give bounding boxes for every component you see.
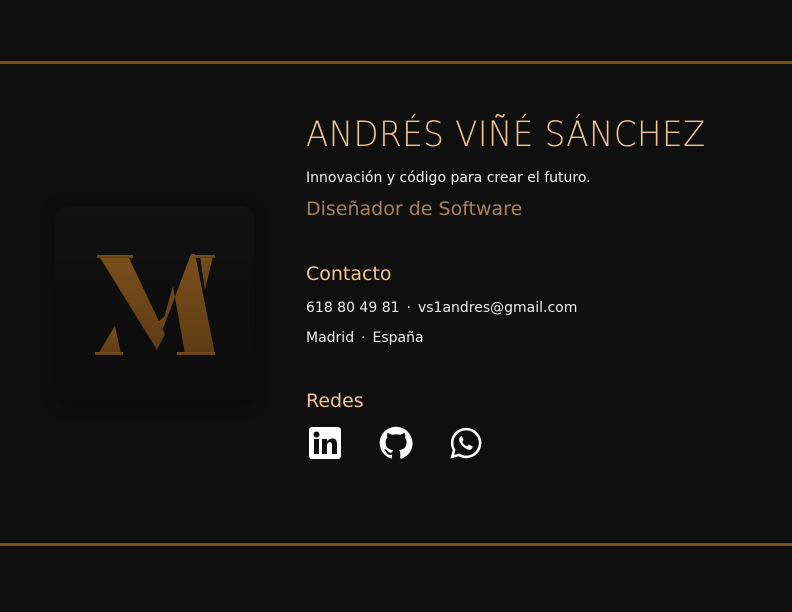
top-divider: [0, 61, 792, 64]
social-heading: Redes: [306, 390, 364, 412]
email-link[interactable]: vs1andres@gmail.com: [418, 300, 577, 316]
separator: ·: [406, 300, 411, 316]
country: España: [372, 330, 424, 346]
job-title: Diseñador de Software: [306, 198, 523, 220]
phone-number[interactable]: 618 80 49 81: [306, 300, 400, 316]
full-name: ANDRÉS VIÑÉ SÁNCHEZ: [306, 115, 706, 155]
linkedin-icon[interactable]: [308, 426, 342, 460]
bottom-divider: [0, 543, 792, 546]
github-icon[interactable]: [379, 426, 413, 460]
whatsapp-icon[interactable]: [449, 426, 483, 460]
logo: [55, 206, 255, 406]
av-monogram-icon: [95, 254, 215, 355]
contact-line-1: 618 80 49 81 · vs1andres@gmail.com: [306, 300, 577, 316]
city: Madrid: [306, 330, 355, 346]
tagline: Innovación y código para crear el futuro…: [306, 170, 591, 186]
separator: ·: [361, 330, 366, 346]
contact-line-2: Madrid · España: [306, 330, 424, 346]
contact-heading: Contacto: [306, 263, 392, 285]
